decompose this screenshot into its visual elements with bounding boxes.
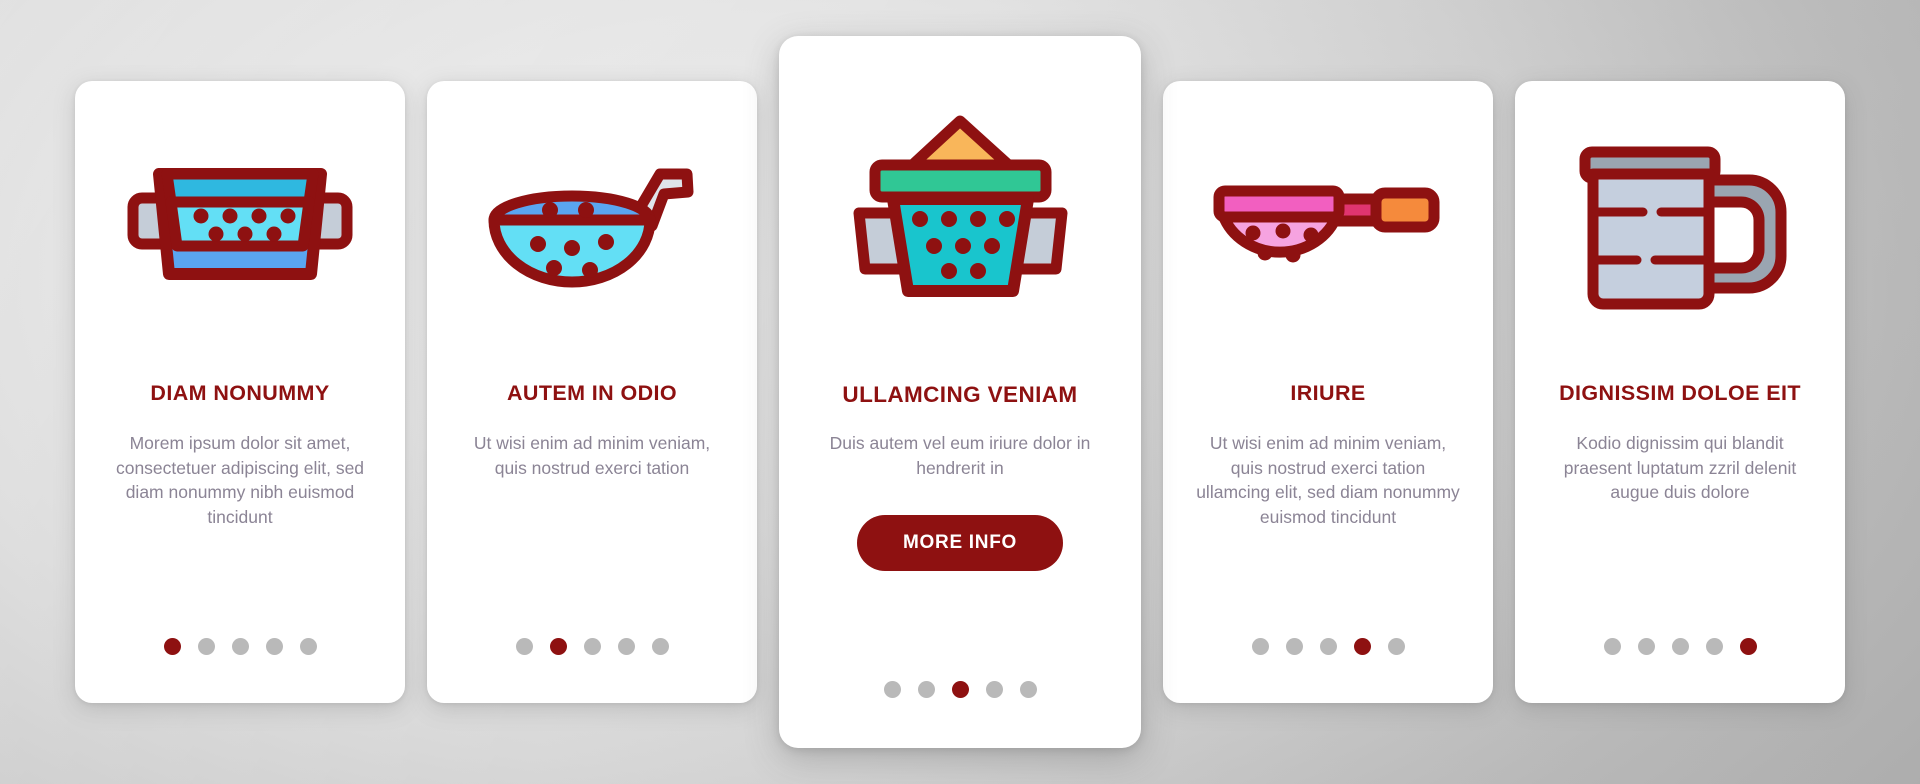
- card-body-text: Duis autem vel eum iriure dolor in hendr…: [829, 433, 1091, 478]
- pagination-dot[interactable]: [1603, 638, 1621, 655]
- card-title: ULLAMCING VENIAM: [842, 382, 1078, 407]
- more-info-button[interactable]: MORE INFO: [857, 514, 1063, 571]
- pagination-dot[interactable]: [197, 638, 215, 655]
- pagination-dot[interactable]: [231, 638, 249, 655]
- card-body-text: Morem ipsum dolor sit amet, consectetuer…: [115, 432, 365, 528]
- ladle-skimmer-icon: [488, 168, 694, 287]
- rectangular-colander-icon: [127, 168, 353, 280]
- card-icon-wrap: [1185, 81, 1471, 381]
- pagination-dots: [427, 638, 757, 655]
- pagination-dot-active[interactable]: [1739, 638, 1757, 655]
- pagination-dot[interactable]: [583, 638, 601, 655]
- card-title: DIGNISSIM DOLOE EIT: [1559, 381, 1801, 405]
- pagination-dot[interactable]: [883, 681, 901, 698]
- pagination-dot[interactable]: [1251, 638, 1269, 655]
- onboarding-cards-row: DIAM NONUMMY Morem ipsum dolor sit amet, …: [0, 0, 1920, 784]
- card-icon-wrap: [97, 81, 383, 381]
- card-title: DIAM NONUMMY: [150, 381, 330, 405]
- pagination-dots: [1163, 638, 1493, 655]
- card-icon-wrap: [801, 36, 1119, 381]
- onboarding-card: IRIURE Ut wisi enim ad minim veniam, quis…: [1163, 81, 1493, 703]
- pagination-dots: [779, 681, 1141, 698]
- pagination-dot[interactable]: [1285, 638, 1303, 655]
- measuring-jug-icon: [1579, 146, 1786, 309]
- pagination-dot[interactable]: [1319, 638, 1337, 655]
- onboarding-card: AUTEM IN ODIO Ut wisi enim ad minim venia…: [427, 81, 757, 703]
- card-body-text: Ut wisi enim ad minim veniam, quis nostr…: [1196, 432, 1460, 528]
- flour-sifter-icon: [853, 115, 1067, 297]
- onboarding-card: ULLAMCING VENIAM Duis autem vel eum iriur…: [779, 36, 1141, 748]
- card-title: IRIURE: [1290, 381, 1366, 405]
- pagination-dot-active[interactable]: [1353, 638, 1371, 655]
- pagination-dot[interactable]: [1019, 681, 1037, 698]
- pagination-dot[interactable]: [1637, 638, 1655, 655]
- pagination-dot[interactable]: [985, 681, 1003, 698]
- pagination-dot[interactable]: [1671, 638, 1689, 655]
- card-body-text: Kodio dignissim qui blandit praesent lup…: [1563, 432, 1797, 503]
- card-icon-wrap: [449, 81, 735, 381]
- card-title: AUTEM IN ODIO: [506, 381, 678, 405]
- pagination-dot-active[interactable]: [951, 681, 969, 698]
- pagination-dots: [1515, 638, 1845, 655]
- card-icon-wrap: [1537, 81, 1823, 381]
- handled-strainer-icon: [1213, 185, 1440, 263]
- pagination-dot[interactable]: [617, 638, 635, 655]
- card-body-text: Ut wisi enim ad minim veniam, quis nostr…: [473, 432, 711, 478]
- pagination-dots: [75, 638, 405, 655]
- pagination-dot[interactable]: [651, 638, 669, 655]
- onboarding-card: DIAM NONUMMY Morem ipsum dolor sit amet, …: [75, 81, 405, 703]
- pagination-dot[interactable]: [265, 638, 283, 655]
- pagination-dot-active[interactable]: [549, 638, 567, 655]
- pagination-dot[interactable]: [515, 638, 533, 655]
- onboarding-card: DIGNISSIM DOLOE EIT Kodio dignissim qui b…: [1515, 81, 1845, 703]
- pagination-dot[interactable]: [299, 638, 317, 655]
- pagination-dot-active[interactable]: [163, 638, 181, 655]
- pagination-dot[interactable]: [917, 681, 935, 698]
- pagination-dot[interactable]: [1705, 638, 1723, 655]
- pagination-dot[interactable]: [1387, 638, 1405, 655]
